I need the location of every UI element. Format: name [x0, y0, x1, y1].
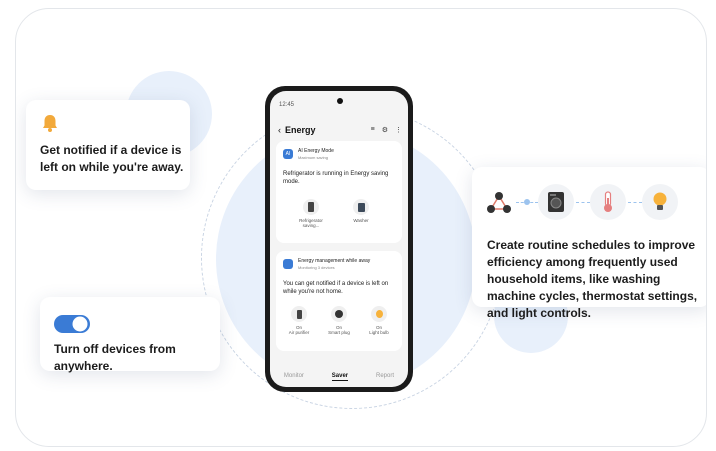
home-icon — [283, 259, 293, 269]
device-label: Washer — [353, 218, 369, 223]
device-label: Light bulb — [369, 330, 389, 335]
washer-icon — [353, 199, 369, 215]
device-light-bulb[interactable]: On Light bulb — [362, 306, 396, 335]
energy-away-card[interactable]: Energy management while away Monitoring … — [276, 251, 402, 351]
refrigerator-icon — [303, 199, 319, 215]
more-options-icon[interactable]: ⋮ — [395, 126, 402, 134]
device-label: Smart plug — [328, 330, 350, 335]
connector-line-3 — [628, 202, 642, 203]
ai-energy-card[interactable]: AI AI Energy Mode Maximum saving Refrige… — [276, 141, 402, 243]
smart-plug-icon — [331, 306, 347, 322]
device-label: Refrigerator saving... — [299, 218, 323, 228]
bell-icon — [40, 113, 60, 138]
phone-mockup: 12:45 ‹ Energy ≡ ⚙ ⋮ AI AI Energy Mode M… — [265, 86, 413, 392]
status-time: 12:45 — [279, 102, 295, 108]
app-header: ‹ Energy ≡ ⚙ ⋮ — [278, 124, 402, 136]
device-washer[interactable]: Washer — [344, 199, 378, 223]
light-bulb-icon — [653, 192, 667, 210]
light-bulb-icon-circle — [642, 184, 678, 220]
tab-monitor[interactable]: Monitor — [284, 373, 304, 381]
washer-icon-circle — [538, 184, 574, 220]
bottom-nav: Monitor Saver Report — [270, 373, 408, 381]
turn-off-card: Turn off devices from anywhere. — [40, 297, 220, 373]
device-smart-plug[interactable]: On Smart plug — [322, 306, 356, 335]
air-purifier-icon — [291, 306, 307, 322]
device-air-purifier[interactable]: On Air purifier — [282, 306, 316, 335]
connector-dot — [524, 199, 530, 205]
ai-mode-icon: AI — [283, 149, 293, 159]
header-actions: ≡ ⚙ ⋮ — [371, 126, 402, 134]
device-refrigerator[interactable]: Refrigerator saving... — [294, 199, 328, 228]
light-bulb-icon — [371, 306, 387, 322]
device-label: Air purifier — [288, 330, 310, 335]
routine-nodes-icon — [486, 191, 512, 220]
away-card-subtitle: Monitoring 3 devices — [298, 265, 335, 270]
connector-line-2 — [576, 202, 590, 203]
routine-text: Create routine schedules to improve effi… — [487, 238, 698, 320]
gear-icon[interactable]: ⚙ — [382, 126, 388, 134]
ai-card-subtitle: Maximum saving — [298, 155, 329, 160]
notify-card: Get notified if a device is left on whil… — [26, 100, 190, 190]
phone-screen: 12:45 ‹ Energy ≡ ⚙ ⋮ AI AI Energy Mode M… — [270, 91, 408, 387]
tab-report[interactable]: Report — [376, 373, 394, 381]
washer-icon — [548, 192, 564, 212]
thermometer-icon-circle — [590, 184, 626, 220]
notify-text: Get notified if a device is left on whil… — [40, 143, 184, 174]
ai-card-message: Refrigerator is running in Energy saving… — [283, 171, 389, 185]
filter-icon[interactable]: ≡ — [371, 126, 375, 134]
ai-card-title: AI Energy Mode — [298, 148, 334, 154]
back-icon[interactable]: ‹ — [278, 125, 281, 135]
toggle-icon[interactable] — [54, 314, 90, 339]
page-frame: Get notified if a device is left on whil… — [15, 8, 707, 447]
thermometer-icon — [604, 191, 612, 212]
page-title: Energy — [285, 125, 316, 135]
away-card-message: You can get notified if a device is left… — [283, 281, 389, 295]
camera-dot — [337, 98, 343, 104]
away-card-title: Energy management while away — [298, 258, 371, 264]
routine-card: Create routine schedules to improve effi… — [472, 167, 706, 320]
tab-saver[interactable]: Saver — [331, 373, 349, 381]
turn-off-text: Turn off devices from anywhere. — [54, 342, 176, 373]
